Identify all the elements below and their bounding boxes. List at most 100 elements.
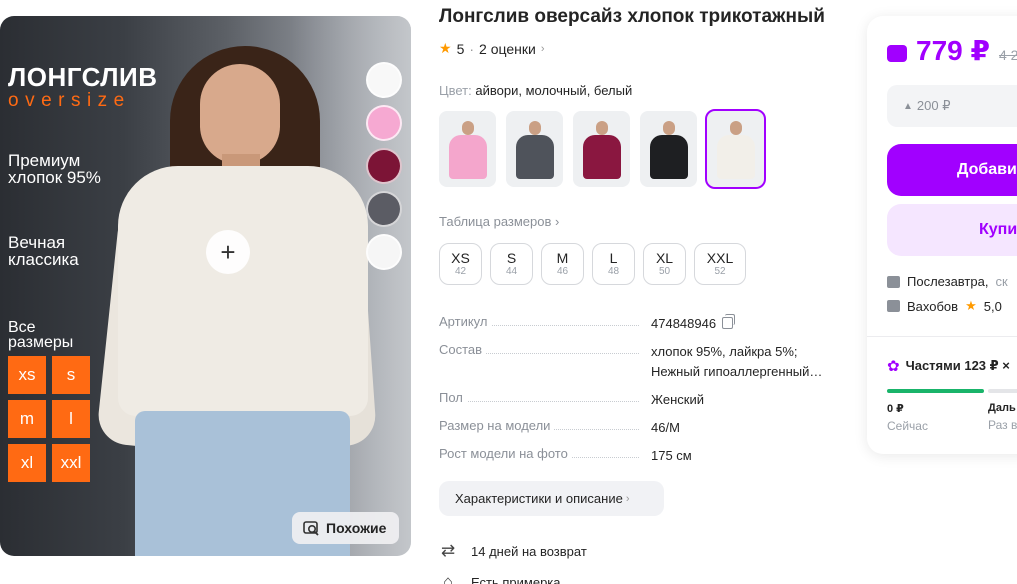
seller-rating: 5,0 [983, 298, 1002, 314]
color-variant-thumb[interactable] [506, 111, 563, 187]
fitting-info: ⌂ Есть примерка [439, 572, 561, 584]
size-option[interactable]: M 46 [541, 243, 584, 285]
seller-name: Вахобов [907, 298, 959, 314]
thumb-model-head [663, 121, 675, 135]
delivery-info[interactable]: Послезавтра, ск [887, 274, 1008, 289]
color-variant-thumb-selected[interactable] [705, 109, 766, 189]
thumb-model-body [516, 135, 554, 179]
photo-swatch [366, 234, 402, 270]
promo-line: классика [8, 250, 79, 269]
current-price: 779 ₽ [916, 35, 990, 66]
color-variant-thumb[interactable] [640, 111, 697, 187]
installments-label: Частями 123 ₽ × [905, 358, 1010, 373]
product-photo[interactable]: ЛОНГСЛИВ oversize Премиум хлопок 95% Веч… [0, 16, 411, 556]
promo-line: хлопок 95% [8, 168, 101, 187]
shop-icon [887, 300, 900, 312]
size-number: 46 [556, 266, 569, 277]
add-to-cart-button[interactable]: Добави [887, 144, 1017, 196]
thumb-model-head [529, 121, 541, 135]
size-number: 48 [607, 266, 620, 277]
separator-dot: · [469, 40, 475, 57]
article-number[interactable]: 474848946 [651, 316, 716, 331]
warehouse-icon [887, 275, 900, 288]
size-option[interactable]: L 48 [592, 243, 635, 285]
copy-icon[interactable] [722, 314, 736, 329]
size-number: 44 [505, 266, 518, 277]
spec-value: 175 см [651, 448, 692, 463]
fitting-label: Есть примерка [471, 574, 561, 584]
photo-brand-subtitle: oversize [8, 90, 131, 111]
size-table-label: Таблица размеров [439, 214, 552, 229]
wallet-icon [887, 45, 907, 62]
promo-line: размеры [8, 334, 74, 351]
return-info: ⇄ 14 дней на возврат [439, 541, 587, 561]
thumb-model-body [650, 135, 688, 179]
installments-progress-rest [988, 389, 1017, 393]
size-number: 42 [454, 266, 467, 277]
color-variant-thumb[interactable] [573, 111, 630, 187]
size-option[interactable]: XL 50 [643, 243, 686, 285]
thumb-model-head [730, 121, 742, 135]
color-variant-thumb[interactable] [439, 111, 496, 187]
size-label: M [556, 250, 569, 266]
star-icon: ★ [439, 40, 452, 56]
delivery-date: Послезавтра, [907, 274, 989, 289]
photo-swatch [366, 105, 402, 141]
spec-value: 46/M [651, 420, 680, 435]
chevron-right-icon: › [540, 42, 545, 55]
photo-promo-classic: Вечная классика [8, 234, 79, 268]
promo-line: Все [8, 319, 36, 336]
photo-swatch [366, 62, 402, 98]
discount-box[interactable]: ▲ 200 ₽ [887, 85, 1017, 127]
discount-value: 200 ₽ [916, 98, 951, 113]
similar-button[interactable]: Похожие [292, 512, 399, 544]
photo-size-tiles: xs s m l xl xxl [8, 356, 98, 482]
promo-line: Вечная [8, 233, 66, 252]
size-label: L [609, 250, 618, 266]
color-value: айвори, молочный, белый [475, 83, 633, 98]
installment-later: Даль Раз в [988, 402, 1017, 432]
size-option[interactable]: XS 42 [439, 243, 482, 285]
photo-size-tile: s [52, 356, 90, 394]
size-label: XXL [706, 250, 734, 266]
size-option[interactable]: XXL 52 [694, 243, 746, 285]
zoom-button[interactable]: + [206, 230, 250, 274]
size-option[interactable]: S 44 [490, 243, 533, 285]
triangle-up-icon: ▲ [903, 100, 913, 112]
installments-icon: ✿ [887, 358, 900, 375]
details-button[interactable]: Характеристики и описание › [439, 481, 664, 516]
size-number: 50 [658, 266, 671, 277]
spec-value: Женский [651, 392, 704, 407]
photo-size-tile: l [52, 400, 90, 438]
details-label: Характеристики и описание [455, 491, 623, 506]
star-icon: ★ [965, 298, 977, 313]
size-selector: XS 42 S 44 M 46 L 48 XL 50 XXL 52 [439, 243, 746, 285]
spec-key: Рост модели на фото [439, 446, 572, 461]
return-label: 14 дней на возврат [471, 543, 587, 559]
spec-value: 474848946 [651, 314, 841, 334]
promo-line: Премиум [8, 151, 81, 170]
buy-now-button[interactable]: Купи [887, 204, 1017, 256]
size-label: XL [655, 250, 674, 266]
reviews-count: 2 оценки [479, 40, 536, 57]
installment-when: Раз в [988, 418, 1017, 432]
photo-promo-sizes: Все размеры [8, 319, 74, 351]
installments-title[interactable]: ✿ Частями 123 ₽ × [887, 357, 1010, 375]
photo-color-swatches [366, 62, 402, 270]
chevron-right-icon: › [625, 492, 630, 505]
search-similar-icon [303, 520, 319, 536]
thumb-model-body [449, 135, 487, 179]
size-table-link[interactable]: Таблица размеров › [439, 214, 559, 229]
thumb-model-head [596, 121, 608, 135]
size-number: 52 [714, 266, 726, 277]
color-label: Цвет: [439, 83, 472, 98]
plus-icon: + [220, 236, 236, 267]
seller-info[interactable]: Вахобов ★ 5,0 [887, 298, 1002, 314]
spec-value: хлопок 95%, лайкра 5%; Нежный гипоаллерг… [651, 344, 823, 379]
delivery-warehouse: ск [995, 274, 1008, 289]
spec-leader [439, 401, 639, 402]
rating-link[interactable]: ★ 5 · 2 оценки › [439, 40, 545, 57]
price-row: 779 ₽ 4 2 [887, 34, 1017, 67]
model-face [200, 64, 280, 164]
photo-size-tile: xxl [52, 444, 90, 482]
